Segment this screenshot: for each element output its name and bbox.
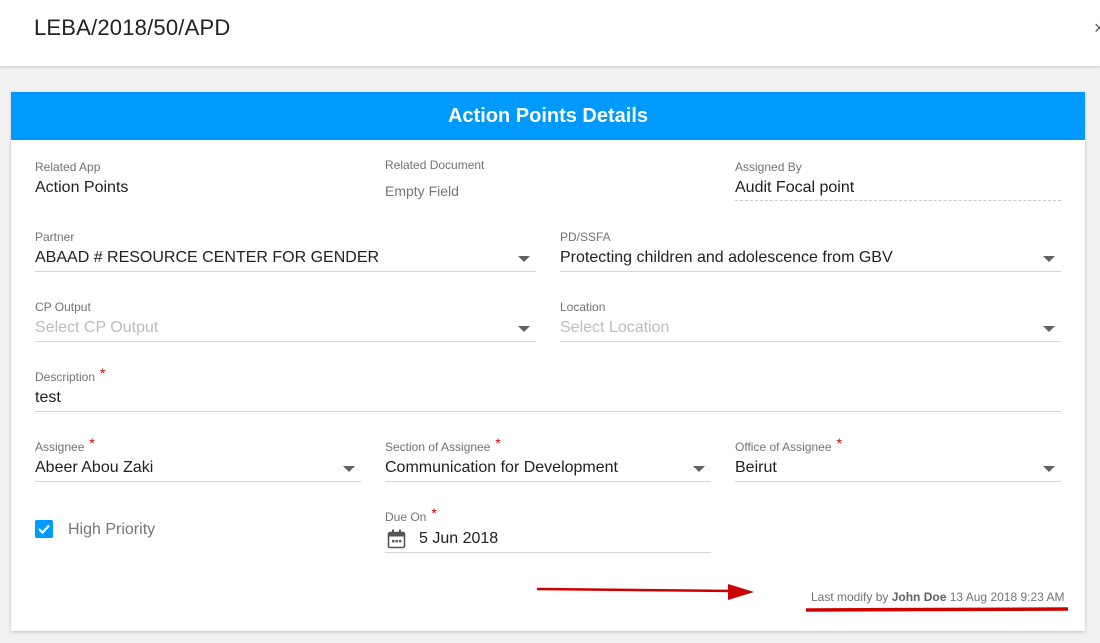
pd-ssfa-label: PD/SSFA <box>560 230 611 244</box>
chevron-down-icon[interactable] <box>1043 326 1055 332</box>
assignee-dropdown[interactable]: Abeer Abou Zaki <box>35 459 153 477</box>
high-priority-label[interactable]: High Priority <box>68 521 155 539</box>
required-marker: * <box>836 435 842 451</box>
office-of-assignee-label: Office of Assignee * <box>735 435 842 454</box>
chevron-down-icon[interactable] <box>343 466 355 472</box>
high-priority-checkbox[interactable] <box>35 520 53 538</box>
cp-output-dropdown[interactable]: Select CP Output <box>35 319 158 337</box>
assigned-by-value: Audit Focal point <box>735 179 855 196</box>
close-icon[interactable]: × <box>1094 18 1100 39</box>
calendar-icon[interactable] <box>387 529 406 549</box>
chevron-down-icon[interactable] <box>518 256 530 262</box>
due-on-label: Due On * <box>385 505 437 524</box>
related-app-label: Related App <box>35 160 101 174</box>
due-on-input[interactable]: 5 Jun 2018 <box>419 530 498 548</box>
section-of-assignee-label: Section of Assignee * <box>385 435 501 454</box>
description-input[interactable]: test <box>35 389 61 407</box>
pd-ssfa-dropdown[interactable]: Protecting children and adolescence from… <box>560 249 893 267</box>
dialog-header: LEBA/2018/50/APD × <box>0 0 1100 66</box>
assigned-by-underline <box>735 200 1061 201</box>
partner-dropdown[interactable]: ABAAD # RESOURCE CENTER FOR GENDER <box>35 249 379 267</box>
chevron-down-icon[interactable] <box>1043 466 1055 472</box>
required-marker: * <box>89 435 95 451</box>
chevron-down-icon[interactable] <box>518 326 530 332</box>
location-dropdown[interactable]: Select Location <box>560 319 669 337</box>
cp-output-label: CP Output <box>35 300 91 314</box>
related-app-value: Action Points <box>35 179 129 196</box>
chevron-down-icon[interactable] <box>693 466 705 472</box>
card-title: Action Points Details <box>11 92 1085 140</box>
section-of-assignee-dropdown[interactable]: Communication for Development <box>385 459 618 477</box>
required-marker: * <box>495 435 501 451</box>
page-title: LEBA/2018/50/APD <box>34 15 231 40</box>
annotation-arrow <box>536 584 1069 612</box>
location-label: Location <box>560 300 606 314</box>
related-document-value: Empty Field <box>385 183 459 199</box>
office-of-assignee-dropdown[interactable]: Beirut <box>735 459 777 477</box>
partner-label: Partner <box>35 230 75 244</box>
action-points-details-card: Action Points Details Related App Action… <box>11 92 1085 631</box>
required-marker: * <box>431 505 437 521</box>
checkmark-icon <box>38 524 50 535</box>
assignee-label: Assignee * <box>35 435 95 454</box>
related-document-label: Related Document <box>385 158 485 172</box>
description-label: Description * <box>35 365 106 384</box>
required-marker: * <box>100 365 106 381</box>
chevron-down-icon[interactable] <box>1043 256 1055 262</box>
assigned-by-label: Assigned By <box>735 160 802 174</box>
